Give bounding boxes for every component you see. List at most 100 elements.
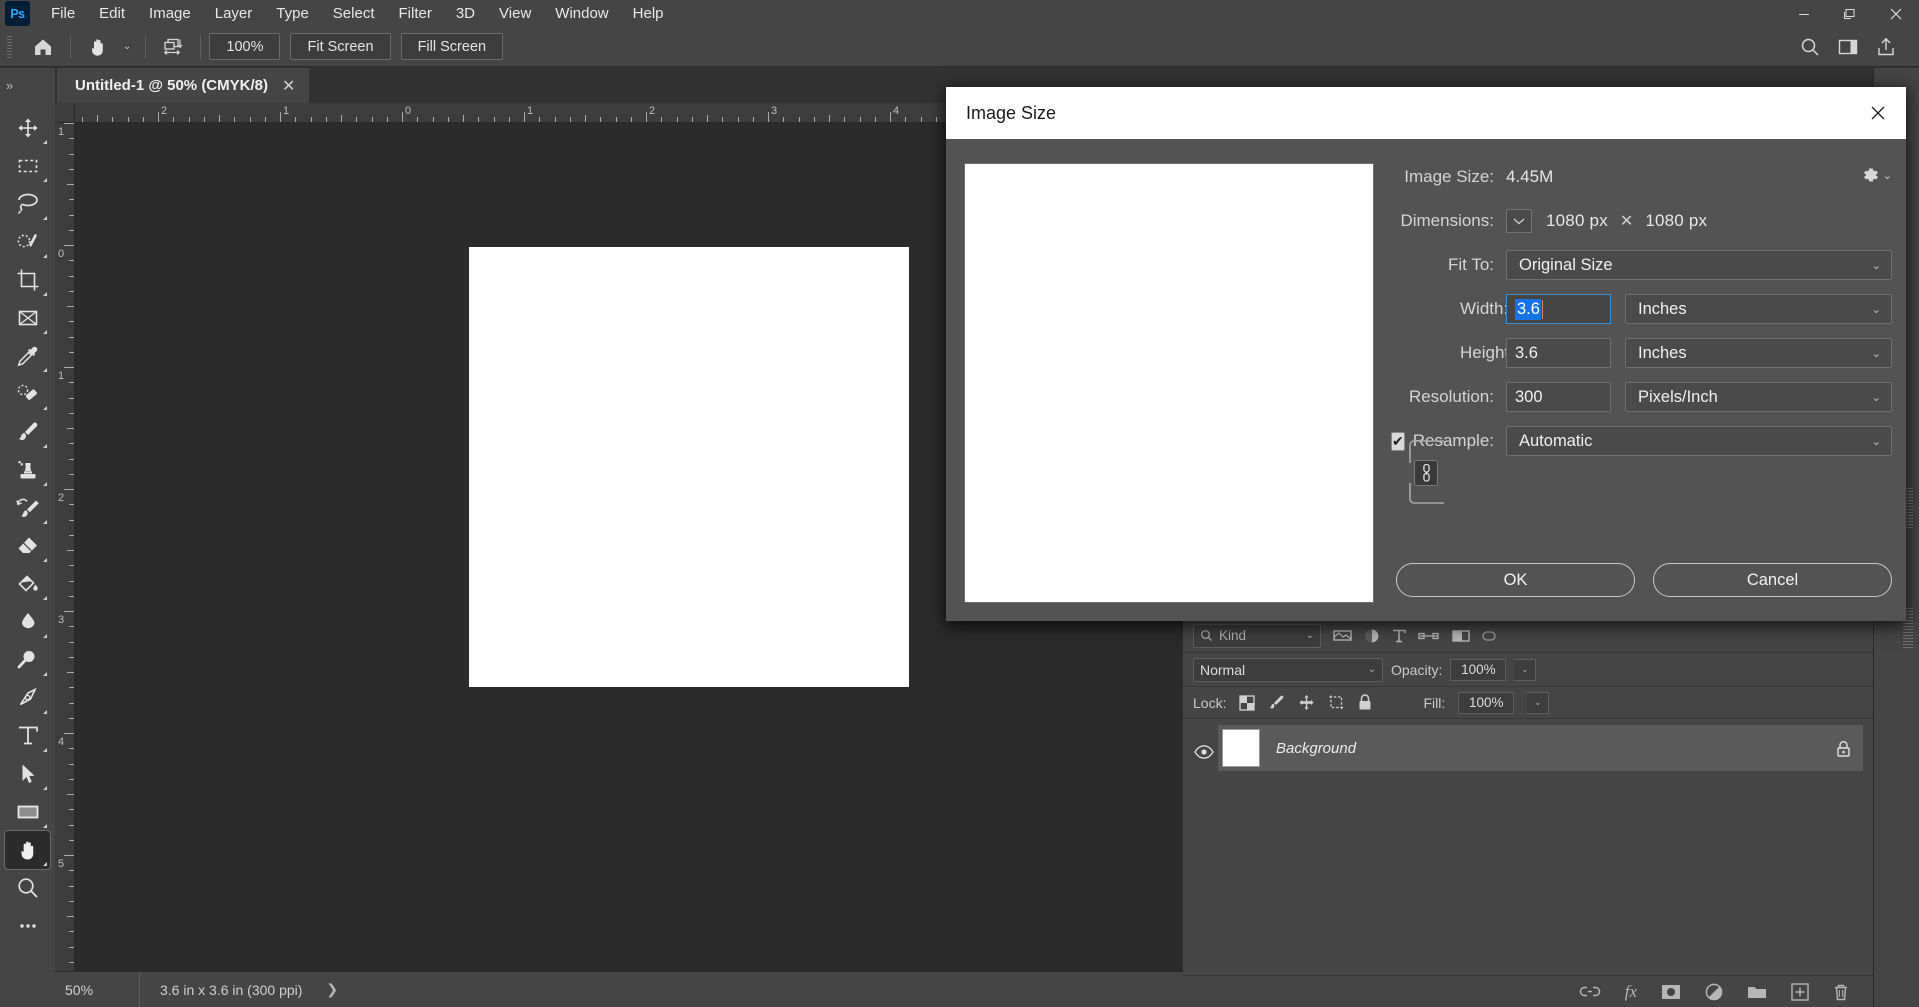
lock-artboard-icon[interactable] [1328,694,1345,711]
fill-screen-button[interactable]: Fill Screen [400,33,504,60]
width-input[interactable]: 3.6 [1506,294,1611,324]
fill-stepper[interactable]: ⌄ [1527,691,1550,714]
close-window-button[interactable] [1873,0,1919,27]
menu-edit[interactable]: Edit [87,1,137,26]
filter-pixel-icon[interactable] [1333,628,1352,643]
edit-toolbar-tool[interactable] [5,907,50,945]
type-tool[interactable] [5,717,50,755]
status-zoom-level[interactable]: 50% [55,971,140,1007]
search-icon[interactable] [1791,32,1829,62]
blur-tool[interactable] [5,603,50,641]
height-input[interactable]: 3.6 [1506,338,1611,368]
layer-thumbnail[interactable] [1222,729,1260,767]
move-tool[interactable] [5,109,50,147]
opacity-input[interactable]: 100% [1450,658,1507,681]
ruler-corner[interactable] [55,103,75,123]
menu-image[interactable]: Image [137,1,203,26]
menu-file[interactable]: File [39,1,87,26]
menu-3d[interactable]: 3D [444,1,487,26]
path-selection-tool[interactable] [5,755,50,793]
filter-type-icon[interactable] [1392,628,1406,644]
crop-tool[interactable] [5,261,50,299]
pen-tool[interactable] [5,679,50,717]
fit-screen-button[interactable]: Fit Screen [290,33,391,60]
quick-selection-tool[interactable] [5,223,50,261]
add-layer-mask-icon[interactable] [1661,984,1681,1000]
dodge-tool[interactable] [5,641,50,679]
menu-type[interactable]: Type [264,1,321,26]
height-unit-select[interactable]: Inches ⌄ [1625,338,1892,368]
width-unit-select[interactable]: Inches ⌄ [1625,294,1892,324]
new-adjustment-layer-icon[interactable] [1705,983,1723,1001]
zoom-level-button[interactable]: 100% [209,33,281,60]
clone-stamp-tool[interactable] [5,451,50,489]
link-constrain-aspect-ratio-icon[interactable] [1414,460,1438,486]
menu-window[interactable]: Window [543,1,620,26]
layer-name-label: Background [1276,739,1357,757]
collapse-panels-button[interactable]: » [0,68,55,103]
fit-to-select[interactable]: Original Size ⌄ [1506,250,1892,280]
image-preview[interactable] [964,163,1374,603]
filter-smart-icon[interactable] [1452,629,1470,643]
layer-filter-kind-select[interactable]: Kind ⌄ [1193,623,1321,648]
dialog-title-bar[interactable]: Image Size [946,87,1906,139]
status-document-info[interactable]: 3.6 in x 3.6 in (300 ppi) [140,982,302,998]
frame-tool[interactable] [5,299,50,337]
fill-input[interactable]: 100% [1458,691,1515,714]
menu-filter[interactable]: Filter [387,1,444,26]
history-brush-tool[interactable] [5,489,50,527]
eyedropper-tool[interactable] [5,337,50,375]
new-layer-icon[interactable] [1791,982,1809,1001]
vertical-ruler[interactable]: 321012345678 [55,123,75,971]
hand-tool[interactable] [4,830,51,870]
eraser-tool[interactable] [5,527,50,565]
resolution-unit-select[interactable]: Pixels/Inch ⌄ [1625,382,1892,412]
share-icon[interactable] [1867,32,1905,62]
home-icon[interactable] [24,32,62,62]
menu-view[interactable]: View [487,1,543,26]
dimensions-units-dropdown[interactable] [1506,209,1532,233]
delete-layer-icon[interactable] [1833,983,1849,1001]
brush-tool[interactable] [5,413,50,451]
filter-adjustment-icon[interactable] [1364,628,1380,644]
minimize-button[interactable] [1781,0,1827,27]
status-expand-icon[interactable]: ❯ [302,981,338,998]
arrange-documents-icon[interactable] [154,32,192,62]
options-bar-grip[interactable] [4,33,16,60]
lock-position-icon[interactable] [1298,694,1315,711]
artboard-canvas[interactable] [469,247,909,687]
blend-mode-select[interactable]: Normal ⌄ [1193,657,1383,682]
spot-healing-brush-tool[interactable] [5,375,50,413]
layer-style-fx-icon[interactable]: fx [1625,982,1637,1002]
filter-toggle-icon[interactable] [1482,629,1496,643]
close-document-icon[interactable]: ✕ [282,76,295,96]
layer-row-background[interactable]: Background [1218,725,1863,771]
rectangular-marquee-tool[interactable] [5,147,50,185]
restore-button[interactable] [1827,0,1873,27]
hand-tool-icon[interactable] [79,32,117,62]
lock-transparent-pixels-icon[interactable] [1239,694,1256,711]
resample-method-select[interactable]: Automatic ⌄ [1506,426,1892,456]
link-layers-icon[interactable] [1579,985,1601,998]
rectangle-tool[interactable] [5,793,50,831]
new-group-icon[interactable] [1747,984,1767,1000]
chevron-down-icon[interactable]: ⌄ [1306,630,1314,641]
lock-all-icon[interactable] [1358,694,1372,711]
zoom-tool[interactable] [5,869,50,907]
close-dialog-button[interactable] [1850,87,1906,139]
layer-visibility-toggle[interactable] [1194,745,1214,759]
resolution-input[interactable]: 300 [1506,382,1611,412]
opacity-stepper[interactable]: ⌄ [1514,658,1537,681]
lasso-tool[interactable] [5,185,50,223]
lock-image-pixels-icon[interactable] [1268,694,1285,711]
menu-help[interactable]: Help [621,1,676,26]
menu-layer[interactable]: Layer [203,1,265,26]
menu-select[interactable]: Select [321,1,387,26]
cancel-button[interactable]: Cancel [1653,563,1892,597]
ok-button[interactable]: OK [1396,563,1635,597]
filter-shape-icon[interactable] [1418,629,1440,643]
chevron-down-icon[interactable]: ⌄ [117,41,137,52]
gradient-tool[interactable] [5,565,50,603]
workspace-icon[interactable] [1829,32,1867,62]
document-tab-untitled-1[interactable]: Untitled-1 @ 50% (CMYK/8) ✕ [57,68,310,103]
